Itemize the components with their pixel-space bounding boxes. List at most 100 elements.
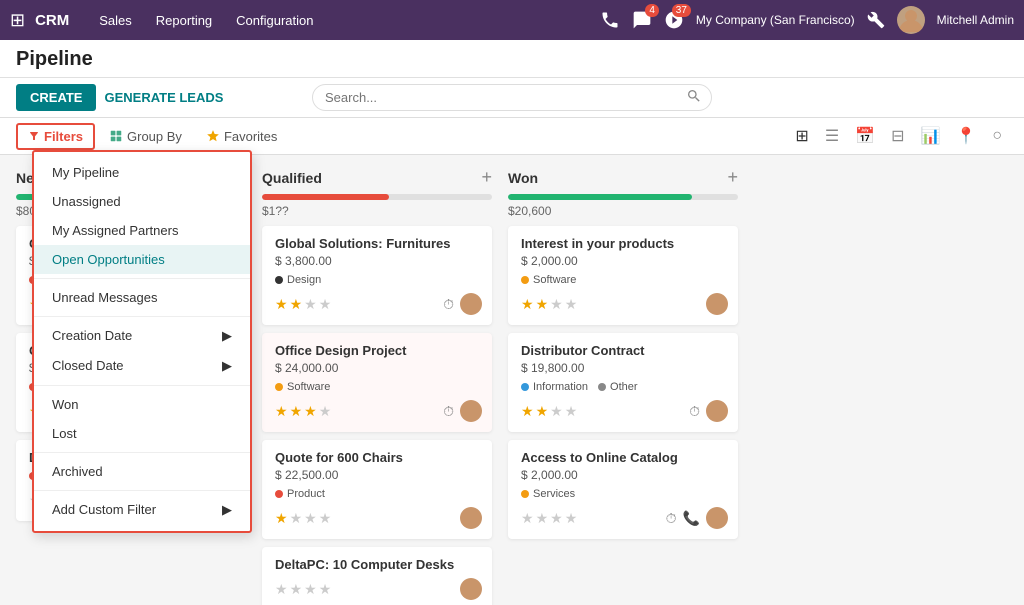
col-header: Qualified+ (262, 167, 492, 188)
phone-icon-btn[interactable] (600, 10, 620, 30)
kanban-col-qualified: Qualified+ $1?? Global Solutions: Furnitur… (262, 167, 492, 593)
generate-leads-button[interactable]: GENERATE LEADS (104, 90, 223, 105)
star-3: ★ (550, 296, 563, 313)
view-icons: ⊞ ☰ 📅 ⊟ 📊 📍 ○ (789, 122, 1008, 150)
create-button[interactable]: CREATE (16, 84, 96, 111)
card-footer: ★★★★ ⏱ (275, 293, 482, 315)
card-tag: Product (275, 488, 325, 500)
col-add-button[interactable]: + (481, 167, 492, 188)
phone-icon[interactable]: 📞 (683, 510, 700, 527)
nav-right: 4 37 My Company (San Francisco) Mitchell… (600, 6, 1014, 34)
kanban-card[interactable]: Office Design Project$ 24,000.00Software… (262, 333, 492, 432)
nav-configuration[interactable]: Configuration (226, 0, 323, 40)
card-actions (460, 507, 482, 529)
filter-item-unassigned[interactable]: Unassigned (34, 187, 250, 216)
nav-sales[interactable]: Sales (89, 0, 142, 40)
clock-icon[interactable]: ⏱ (689, 403, 700, 420)
calendar-view-button[interactable]: 📅 (849, 122, 881, 150)
dropdown-separator (34, 278, 250, 279)
kanban-card[interactable]: Access to Online Catalog$ 2,000.00Servic… (508, 440, 738, 539)
card-footer: ★★★★⏱📞 (521, 507, 728, 529)
tag-label: Information (533, 381, 588, 393)
dropdown-separator (34, 316, 250, 317)
kanban-card[interactable]: Interest in your products$ 2,000.00Softw… (508, 226, 738, 325)
star-4: ★ (319, 296, 332, 313)
filter-dropdown: My PipelineUnassignedMy Assigned Partner… (32, 150, 252, 533)
map-view-button[interactable]: 📍 (950, 122, 982, 150)
chart-view-button[interactable]: 📊 (914, 122, 946, 150)
kanban-card[interactable]: Distributor Contract$ 19,800.00Informati… (508, 333, 738, 432)
star-2: ★ (536, 403, 549, 420)
search-input[interactable] (312, 84, 712, 111)
kanban-view-button[interactable]: ⊞ (789, 122, 814, 150)
star-2: ★ (290, 403, 303, 420)
favorites-button[interactable]: Favorites (196, 125, 287, 148)
sub-header: Pipeline (0, 40, 1024, 78)
groupby-button[interactable]: Group By (99, 125, 192, 148)
star-1: ★ (521, 510, 534, 527)
card-title: Interest in your products (521, 236, 728, 251)
filter-item-add-custom-filter[interactable]: Add Custom Filter▶ (34, 495, 250, 525)
card-actions (706, 293, 728, 315)
list-view-button[interactable]: ☰ (819, 122, 845, 150)
settings-icon-btn[interactable] (867, 11, 885, 29)
card-stars: ★★★★ (275, 296, 331, 313)
filter-item-won[interactable]: Won (34, 390, 250, 419)
clock-icon[interactable]: ⏱ (443, 403, 454, 420)
filter-item-unread-messages[interactable]: Unread Messages (34, 283, 250, 312)
filter-item-archived[interactable]: Archived (34, 457, 250, 486)
col-amount: $20,600 (508, 204, 738, 218)
tag-label: Software (287, 381, 330, 393)
col-amount: $1?? (262, 204, 492, 218)
table-view-button[interactable]: ⊟ (885, 122, 910, 150)
star-3: ★ (304, 581, 317, 598)
filter-item-closed-date[interactable]: Closed Date▶ (34, 351, 250, 381)
card-tag: Services (521, 488, 575, 500)
card-avatar (706, 400, 728, 422)
card-stars: ★★★★ (275, 510, 331, 527)
card-footer: ★★★★ (521, 293, 728, 315)
card-stars: ★★★★ (275, 403, 331, 420)
clock-icon[interactable]: ⏱ (666, 510, 677, 527)
card-amount: $ 24,000.00 (275, 361, 482, 375)
star-2: ★ (290, 510, 303, 527)
kanban-card[interactable]: Global Solutions: Furnitures$ 3,800.00De… (262, 226, 492, 325)
star-4: ★ (565, 510, 578, 527)
kanban-col-won: Won+ $20,600 Interest in your products$ 2,… (508, 167, 738, 593)
messages-icon-btn[interactable]: 4 (632, 10, 652, 30)
tag-label: Design (287, 274, 321, 286)
filter-item-my-assigned-partners[interactable]: My Assigned Partners (34, 216, 250, 245)
activity-view-button[interactable]: ○ (986, 122, 1008, 150)
card-stars: ★★★★ (521, 403, 577, 420)
filter-item-lost[interactable]: Lost (34, 419, 250, 448)
filter-item-open-opportunities[interactable]: Open Opportunities (34, 245, 250, 274)
col-add-button[interactable]: + (727, 167, 738, 188)
nav-reporting[interactable]: Reporting (146, 0, 222, 40)
filters-button[interactable]: Filters (16, 123, 95, 150)
star-4: ★ (319, 510, 332, 527)
filter-item-my-pipeline[interactable]: My Pipeline (34, 158, 250, 187)
kanban-card[interactable]: Quote for 600 Chairs$ 22,500.00Product★★… (262, 440, 492, 539)
card-avatar (706, 507, 728, 529)
card-tag: Design (275, 274, 321, 286)
dropdown-separator (34, 385, 250, 386)
card-actions: ⏱ (689, 400, 728, 422)
clock-icon[interactable]: ⏱ (443, 296, 454, 313)
user-avatar[interactable] (897, 6, 925, 34)
card-tag: Information Other (521, 381, 638, 393)
col-header: Won+ (508, 167, 738, 188)
tag2-label: Other (610, 381, 638, 393)
card-footer: ★★★★ ⏱ (275, 400, 482, 422)
activity-icon-btn[interactable]: 37 (664, 10, 684, 30)
kanban-card[interactable]: DeltaPC: 10 Computer Desks★★★★ (262, 547, 492, 605)
star-1: ★ (275, 581, 288, 598)
filter-item-creation-date[interactable]: Creation Date▶ (34, 321, 250, 351)
card-avatar (460, 400, 482, 422)
dropdown-separator (34, 452, 250, 453)
toolbar: CREATE GENERATE LEADS (0, 78, 1024, 118)
grid-icon[interactable]: ⊞ (10, 10, 25, 31)
card-amount: $ 3,800.00 (275, 254, 482, 268)
search-button[interactable] (686, 88, 702, 107)
star-3: ★ (550, 403, 563, 420)
card-title: Distributor Contract (521, 343, 728, 358)
